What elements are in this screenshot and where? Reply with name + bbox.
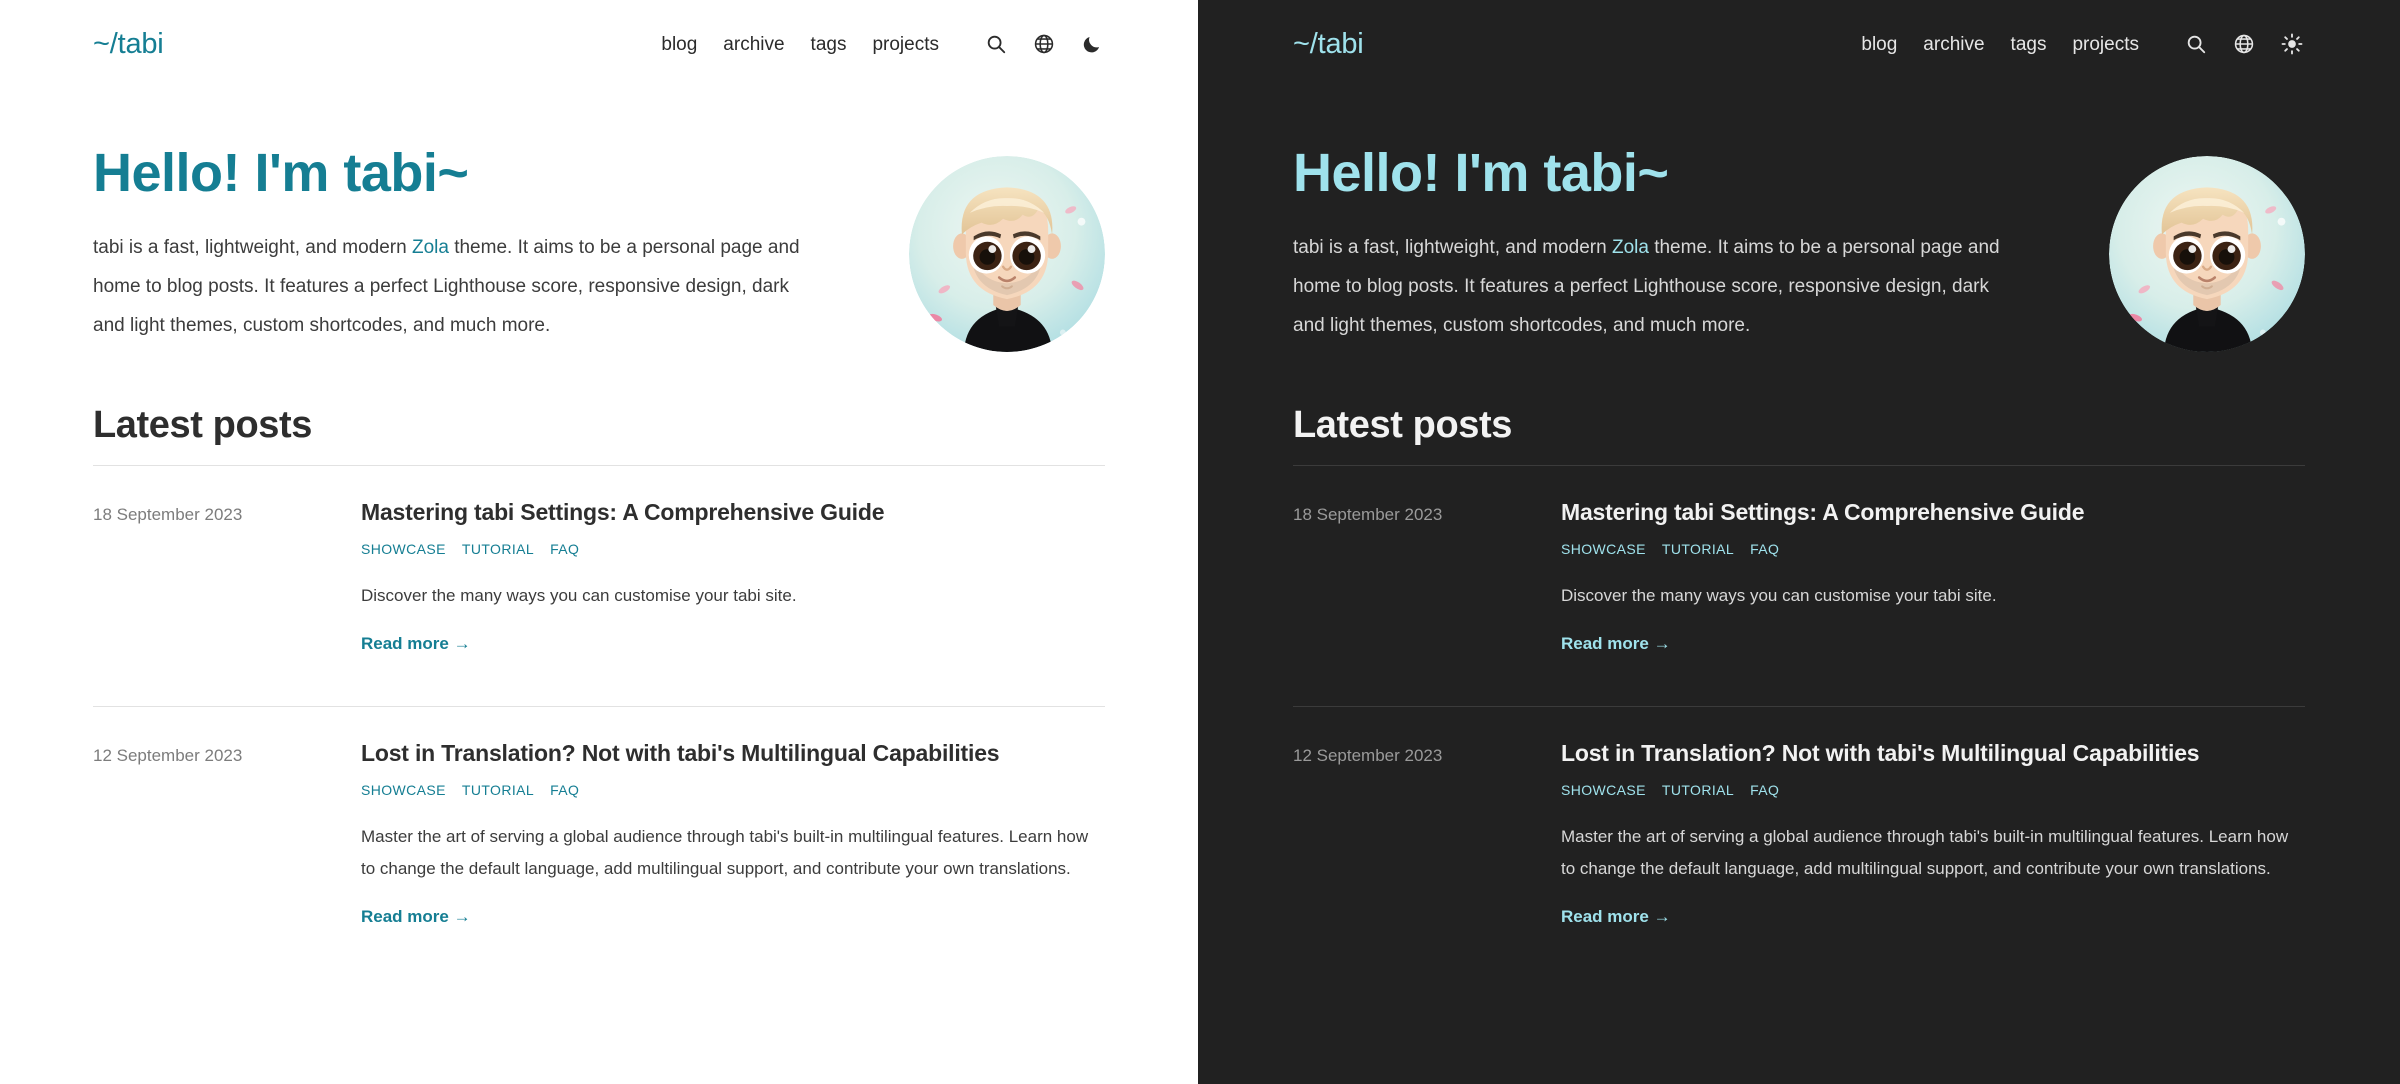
post-tag-showcase[interactable]: SHOWCASE <box>1561 542 1646 556</box>
post-summary: Discover the many ways you can customise… <box>361 585 797 605</box>
avatar <box>2109 156 2305 352</box>
post-tag-tutorial[interactable]: TUTORIAL <box>462 542 534 556</box>
arrow-right-icon: → <box>453 907 471 927</box>
theme-comparison-split: ~/tabi blog archive tags projects Hello!… <box>0 0 2400 1084</box>
hero-text-before-link: tabi is a fast, lightweight, and modern <box>93 237 412 259</box>
main-nav: blog archive tags projects <box>1861 31 2305 57</box>
read-more-link[interactable]: Read more → <box>1561 635 1671 652</box>
post-tag-list: SHOWCASE TUTORIAL FAQ <box>1561 542 2305 556</box>
post-content: Lost in Translation? Not with tabi's Mul… <box>361 739 1105 927</box>
search-icon[interactable] <box>983 31 1009 57</box>
hero-text: Hello! I'm tabi~ tabi is a fast, lightwe… <box>93 138 823 346</box>
hero-description: tabi is a fast, lightweight, and modern … <box>93 229 823 346</box>
post-tag-showcase[interactable]: SHOWCASE <box>361 783 446 797</box>
post-date: 18 September 2023 <box>93 505 243 524</box>
zola-link[interactable]: Zola <box>1612 237 1649 258</box>
post-date: 18 September 2023 <box>1293 505 1443 524</box>
post-list-item: 18 September 2023 Mastering tabi Setting… <box>1293 466 2305 688</box>
globe-icon[interactable] <box>2231 31 2257 57</box>
light-theme-panel: ~/tabi blog archive tags projects Hello!… <box>0 0 1198 1084</box>
nav-icon-group <box>2183 31 2305 57</box>
site-header: ~/tabi blog archive tags projects <box>1293 22 2305 66</box>
nav-link-projects[interactable]: projects <box>2072 35 2139 54</box>
post-list-item: 12 September 2023 Lost in Translation? N… <box>93 707 1105 961</box>
hero-section: Hello! I'm tabi~ tabi is a fast, lightwe… <box>1293 138 2305 352</box>
post-tag-list: SHOWCASE TUTORIAL FAQ <box>1561 783 2305 797</box>
post-summary: Master the art of serving a global audie… <box>361 827 1089 878</box>
sun-icon[interactable] <box>2279 31 2305 57</box>
nav-link-projects[interactable]: projects <box>872 35 939 54</box>
hero-text-before-link: tabi is a fast, lightweight, and modern <box>1293 237 1612 259</box>
nav-icon-group <box>983 31 1105 57</box>
post-list-item: 18 September 2023 Mastering tabi Setting… <box>93 466 1105 688</box>
hero-section: Hello! I'm tabi~ tabi is a fast, lightwe… <box>93 138 1105 352</box>
post-content: Mastering tabi Settings: A Comprehensive… <box>1561 498 2305 654</box>
section-title-latest-posts: Latest posts <box>93 404 313 446</box>
nav-link-tags[interactable]: tags <box>811 35 847 54</box>
main-nav: blog archive tags projects <box>661 31 1105 57</box>
post-title-link[interactable]: Lost in Translation? Not with tabi's Mul… <box>361 739 1000 769</box>
post-tag-faq[interactable]: FAQ <box>550 783 579 797</box>
page-title: Hello! I'm tabi~ <box>1293 143 1669 203</box>
post-content: Lost in Translation? Not with tabi's Mul… <box>1561 739 2305 927</box>
post-title-link[interactable]: Mastering tabi Settings: A Comprehensive… <box>361 498 884 528</box>
site-header: ~/tabi blog archive tags projects <box>93 22 1105 66</box>
read-more-label: Read more <box>361 907 449 927</box>
nav-link-archive[interactable]: archive <box>723 35 784 54</box>
read-more-label: Read more <box>361 634 449 654</box>
read-more-label: Read more <box>1561 907 1649 927</box>
post-summary: Discover the many ways you can customise… <box>1561 585 1997 605</box>
arrow-right-icon: → <box>453 634 471 654</box>
post-tag-faq[interactable]: FAQ <box>550 542 579 556</box>
nav-link-archive[interactable]: archive <box>1923 35 1984 54</box>
section-title-latest-posts: Latest posts <box>1293 404 1513 446</box>
post-tag-tutorial[interactable]: TUTORIAL <box>1662 542 1734 556</box>
dark-theme-panel: ~/tabi blog archive tags projects Hello!… <box>1198 0 2400 1084</box>
post-list-item: 12 September 2023 Lost in Translation? N… <box>1293 707 2305 961</box>
post-tag-faq[interactable]: FAQ <box>1750 542 1779 556</box>
read-more-link[interactable]: Read more → <box>361 908 471 925</box>
avatar <box>909 156 1105 352</box>
page-container-light: ~/tabi blog archive tags projects Hello!… <box>93 0 1105 961</box>
hero-description: tabi is a fast, lightweight, and modern … <box>1293 229 2023 346</box>
arrow-right-icon: → <box>1653 634 1671 654</box>
post-tag-faq[interactable]: FAQ <box>1750 783 1779 797</box>
post-tag-list: SHOWCASE TUTORIAL FAQ <box>361 542 1105 556</box>
page-title: Hello! I'm tabi~ <box>93 143 469 203</box>
nav-link-blog[interactable]: blog <box>661 35 697 54</box>
page-container-dark: ~/tabi blog archive tags projects Hello!… <box>1293 0 2305 961</box>
site-logo[interactable]: ~/tabi <box>1293 29 1364 59</box>
moon-icon[interactable] <box>1079 31 1105 57</box>
site-logo[interactable]: ~/tabi <box>93 29 164 59</box>
nav-link-blog[interactable]: blog <box>1861 35 1897 54</box>
post-summary: Master the art of serving a global audie… <box>1561 827 2289 878</box>
zola-link[interactable]: Zola <box>412 237 449 258</box>
post-date: 12 September 2023 <box>93 746 243 766</box>
post-date: 12 September 2023 <box>1293 746 1443 766</box>
post-tag-tutorial[interactable]: TUTORIAL <box>462 783 534 797</box>
post-tag-list: SHOWCASE TUTORIAL FAQ <box>361 783 1105 797</box>
read-more-link[interactable]: Read more → <box>361 635 471 652</box>
search-icon[interactable] <box>2183 31 2209 57</box>
post-tag-showcase[interactable]: SHOWCASE <box>1561 783 1646 797</box>
read-more-label: Read more <box>1561 634 1649 654</box>
globe-icon[interactable] <box>1031 31 1057 57</box>
nav-link-tags[interactable]: tags <box>2011 35 2047 54</box>
post-content: Mastering tabi Settings: A Comprehensive… <box>361 498 1105 654</box>
post-title-link[interactable]: Lost in Translation? Not with tabi's Mul… <box>1561 739 2200 769</box>
arrow-right-icon: → <box>1653 907 1671 927</box>
post-tag-showcase[interactable]: SHOWCASE <box>361 542 446 556</box>
hero-text: Hello! I'm tabi~ tabi is a fast, lightwe… <box>1293 138 2023 346</box>
read-more-link[interactable]: Read more → <box>1561 908 1671 925</box>
post-tag-tutorial[interactable]: TUTORIAL <box>1662 783 1734 797</box>
post-title-link[interactable]: Mastering tabi Settings: A Comprehensive… <box>1561 498 2084 528</box>
